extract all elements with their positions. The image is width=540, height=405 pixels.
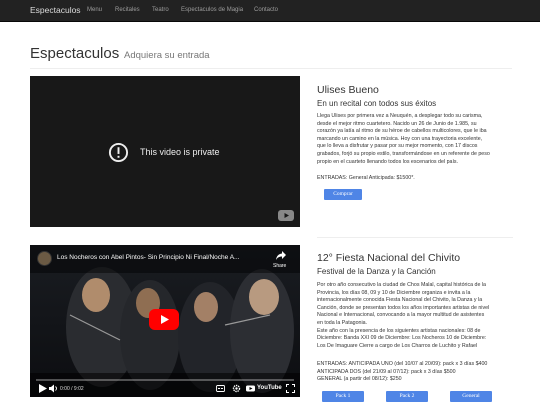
youtube-wordmark[interactable]: YouTube <box>257 385 282 391</box>
event-description: Llega Ulises por primera vez a Neuquén, … <box>317 113 522 166</box>
video-title[interactable]: Los Nocheros con Abel Pintos- Sin Princi… <box>57 254 267 261</box>
nav-item-magia[interactable]: Espectaculos de Magia <box>181 7 243 13</box>
channel-avatar[interactable] <box>37 251 52 266</box>
nav-item-menu[interactable]: Menu <box>87 7 102 13</box>
youtube-icon[interactable] <box>246 384 255 393</box>
page-header: Espectaculos Adquiera su entrada <box>30 45 512 69</box>
pack-2-button[interactable]: Pack 2 <box>386 391 428 402</box>
description-line: Nacional e Internacional, convocando a l… <box>317 312 485 319</box>
private-message: This video is private <box>140 147 220 157</box>
page-title: Espectaculos <box>30 45 120 62</box>
navbar-brand[interactable]: Espectaculos <box>30 5 81 15</box>
play-button-icon[interactable] <box>149 309 179 330</box>
youtube-logo-icon[interactable] <box>278 210 294 221</box>
description-line: marcando un camino en la música. Hoy con… <box>317 135 483 142</box>
video-player-nocheros[interactable]: Los Nocheros con Abel Pintos- Sin Princi… <box>30 245 300 397</box>
entradas-line: ENTRADAS: General Anticipada: $1500*. <box>317 175 415 181</box>
video-player-ulises[interactable]: This video is private <box>30 76 300 227</box>
event-description: Por otro año consecutivo la ciudad de Ch… <box>317 282 522 350</box>
share-label[interactable]: Share <box>273 263 286 269</box>
description-line: Provincia, los días 08, 09 y 10 de Dicie… <box>317 289 471 296</box>
general-button[interactable]: General <box>450 391 492 402</box>
nav-item-contacto[interactable]: Contacto <box>254 7 278 13</box>
description-line: desde el mejor ritmo cuartetero. Nacido … <box>317 120 477 127</box>
description-line: en toda la Patagonia. <box>317 319 368 326</box>
description-line: Este año con la presencia de los siguien… <box>317 327 481 334</box>
progress-bar[interactable] <box>36 379 294 381</box>
nav-item-teatro[interactable]: Teatro <box>152 7 169 13</box>
description-line: internacionalmente conocida Fiesta Nacio… <box>317 297 483 304</box>
fullscreen-icon[interactable] <box>286 384 295 393</box>
alert-circle-icon <box>108 142 129 163</box>
description-line: Llega Ulises por primera vez a Neuquén, … <box>317 113 483 119</box>
comprar-button[interactable]: Comprar <box>324 189 362 200</box>
description-line: Por otro año consecutivo la ciudad de Ch… <box>317 282 487 288</box>
description-line: que lo lleva a disfrutar y pasar por su … <box>317 143 478 150</box>
event-title: 12° Fiesta Nacional del Chivito <box>317 252 461 264</box>
navbar: Espectaculos Menu Recitales Teatro Espec… <box>0 0 540 22</box>
description-line: grabados, forjó su propio estilo, transf… <box>317 150 490 157</box>
description-line: Diciembre: Banda XXI 09 de Diciembre: Lo… <box>317 335 487 342</box>
pack-1-button[interactable]: Pack 1 <box>322 391 364 402</box>
settings-gear-icon[interactable] <box>232 384 241 393</box>
description-line: propio en el cuarteto llenando todos los… <box>317 158 459 165</box>
event-subtitle: Festival de la Danza y la Canción <box>317 267 436 276</box>
event-entradas: ENTRADAS: General Anticipada: $1500*. <box>317 175 415 183</box>
share-icon[interactable] <box>276 251 286 260</box>
event-subtitle: En un recital con todos sus éxitos <box>317 99 437 108</box>
video-time: 0:00 / 9:02 <box>60 386 84 392</box>
description-line: Los De Imaguare Cierre a cargo de Los Ch… <box>317 342 478 349</box>
event-title: Ulises Bueno <box>317 84 379 96</box>
divider <box>317 237 513 238</box>
page-subtitle: Adquiera su entrada <box>124 50 210 61</box>
description-line: corazón ya latía al ritmo de su héroe de… <box>317 128 487 135</box>
volume-icon[interactable] <box>49 384 58 393</box>
entradas-line: ENTRADAS: ANTICIPADA UNO (del 10/07 al 2… <box>317 361 488 367</box>
play-icon[interactable] <box>38 384 47 393</box>
captions-icon[interactable] <box>216 384 225 393</box>
entradas-line: ANTICIPADA DOS (del 21/09 al 07/12): pac… <box>317 368 456 375</box>
description-line: Canción, donde se presentan todos los añ… <box>317 304 490 311</box>
nav-item-recitales[interactable]: Recitales <box>115 7 140 13</box>
event-entradas: ENTRADAS: ANTICIPADA UNO (del 10/07 al 2… <box>317 361 487 384</box>
entradas-line: GENERAL (a partir del 08/12): $250 <box>317 376 402 383</box>
